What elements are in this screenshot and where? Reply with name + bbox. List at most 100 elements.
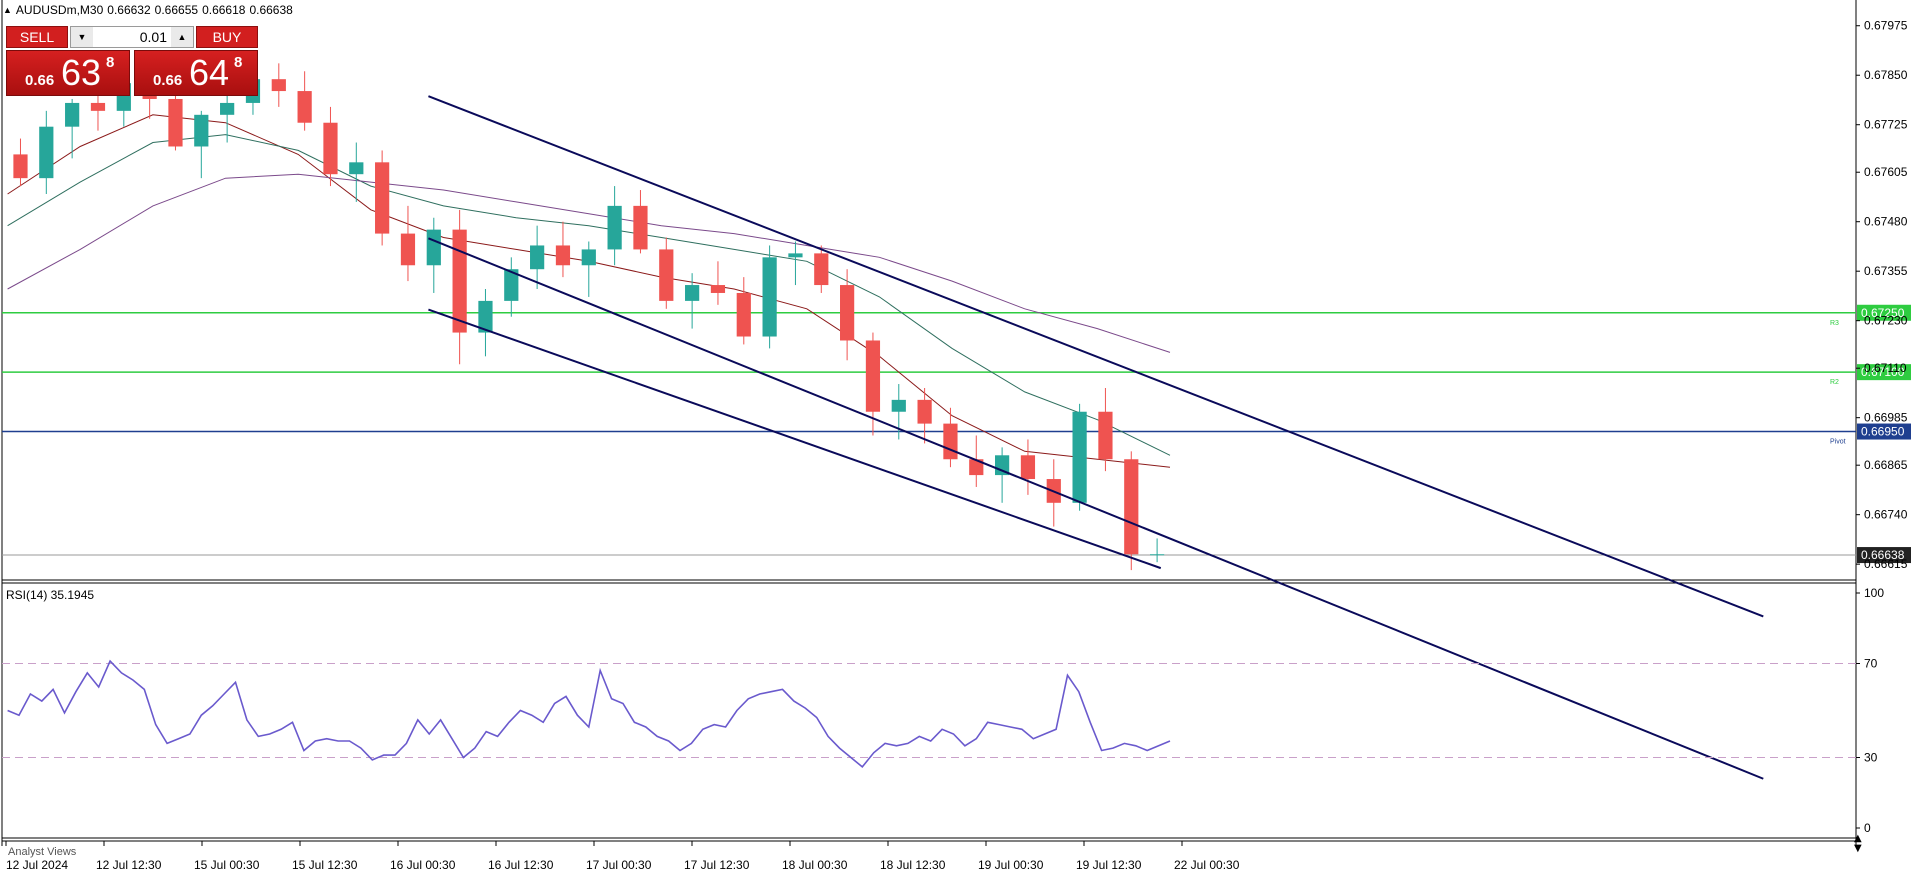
time-tick-label: 15 Jul 12:30: [292, 858, 358, 872]
one-click-trading-panel: SELL ▼ ▲ BUY 0.66 63 8 0.66 64 8: [6, 26, 258, 96]
time-tick-label: 18 Jul 00:30: [782, 858, 848, 872]
candle-body: [581, 249, 596, 266]
price-tick-label: 0.67850: [1864, 68, 1908, 82]
candle-body: [530, 245, 545, 270]
candle-body: [39, 126, 54, 179]
ask-price-fraction: 8: [234, 54, 243, 71]
lot-decrease-icon[interactable]: ▼: [71, 27, 93, 47]
time-axis: 12 Jul 2024 12 Jul 12:30 15 Jul 00:30 15 Ju…: [5, 833, 1862, 872]
candle-body: [633, 205, 648, 250]
price-axis: 0.67975 0.67850 0.67725 0.67605 0.67480 0.673…: [1856, 19, 1908, 571]
bid-price-box[interactable]: 0.66 63 8: [6, 50, 130, 96]
candle-body: [1149, 554, 1165, 556]
symbol-info-bar: ▲ AUDUSDm,M30 0.66632 0.66655 0.66618 0.…: [3, 3, 293, 17]
candle-body: [194, 114, 209, 147]
scroll-left-icon[interactable]: ▲: [1854, 833, 1862, 844]
analyst-views-label[interactable]: Analyst Views: [8, 846, 76, 858]
candle-body: [400, 233, 416, 266]
candle-body: [220, 102, 235, 115]
channel-trendline[interactable]: [428, 95, 1764, 618]
candle-body: [659, 249, 674, 301]
candle-body: [297, 91, 312, 123]
time-tick-label: 22 Jul 00:30: [1174, 858, 1240, 872]
rsi-tick-label: 0: [1864, 821, 1871, 835]
level-name-pivot: Pivot: [1830, 439, 1846, 446]
lot-size-stepper: ▼ ▲: [70, 26, 194, 48]
time-tick-label: 12 Jul 2024: [6, 858, 68, 872]
candle-body: [891, 399, 906, 412]
candle-body: [710, 285, 726, 293]
ohlc-high: 0.66655: [154, 3, 199, 17]
candle-body: [814, 253, 829, 286]
rsi-tick-label: 30: [1864, 751, 1878, 765]
price-tick-label: 0.66740: [1864, 508, 1908, 522]
price-tick-label: 0.66865: [1864, 458, 1908, 472]
channel-trendline[interactable]: [428, 308, 1162, 570]
candle-body: [323, 122, 338, 175]
candle-body: [607, 205, 622, 250]
ask-price-pips: 64: [189, 52, 230, 93]
candle-body: [1072, 411, 1087, 503]
time-tick-label: 18 Jul 12:30: [880, 858, 946, 872]
candle-body: [1124, 459, 1139, 555]
sell-button[interactable]: SELL: [6, 26, 68, 48]
candle-body: [762, 257, 777, 337]
ask-price-prefix: 0.66: [153, 72, 183, 89]
rsi-line: [7, 659, 1171, 769]
level-name-r2: R2: [1830, 379, 1839, 386]
time-tick-label: 16 Jul 00:30: [390, 858, 456, 872]
ohlc-close: 0.66638: [249, 3, 293, 17]
rsi-tick-label: 100: [1864, 586, 1884, 600]
candle-body: [865, 340, 881, 412]
price-tick-label: 0.67480: [1864, 215, 1908, 229]
candle-body: [1020, 455, 1036, 480]
time-tick-label: 16 Jul 12:30: [488, 858, 554, 872]
level-name-r3: R3: [1830, 320, 1839, 327]
lot-size-input[interactable]: [93, 27, 171, 47]
time-tick-label: 17 Jul 00:30: [586, 858, 652, 872]
collapse-triangle-icon[interactable]: ▲: [3, 5, 12, 15]
rsi-title: RSI(14) 35.1945: [6, 588, 95, 602]
rsi-tick-label: 70: [1864, 657, 1878, 671]
candle-body: [90, 102, 106, 111]
scroll-right-icon[interactable]: ▼: [1854, 843, 1862, 854]
ohlc-low: 0.66618: [202, 3, 246, 17]
candle-body: [917, 399, 932, 424]
channel-trendlines[interactable]: [428, 95, 1764, 780]
price-tick-label: 0.67110: [1864, 361, 1907, 375]
level-price-label: 0.66950: [1861, 425, 1905, 439]
price-tick-label: 0.67355: [1864, 264, 1908, 278]
price-tick-label: 0.67605: [1864, 165, 1908, 179]
candle-body: [1098, 411, 1113, 460]
bid-price-fraction: 8: [106, 54, 115, 71]
price-tick-label: 0.67725: [1864, 118, 1908, 132]
price-tick-label: 0.67230: [1864, 314, 1908, 328]
channel-trendline[interactable]: [428, 237, 1764, 780]
buy-button[interactable]: BUY: [196, 26, 258, 48]
candle-body: [840, 285, 855, 341]
candle-body: [788, 253, 803, 258]
price-tick-label: 0.67975: [1864, 19, 1908, 33]
candle-body: [271, 79, 286, 92]
bid-price-prefix: 0.66: [25, 72, 55, 89]
time-tick-label: 12 Jul 12:30: [96, 858, 162, 872]
rsi-panel: 100 70 30 0: [2, 586, 1884, 835]
candle-body: [65, 102, 80, 127]
price-tick-label: 0.66615: [1864, 557, 1908, 571]
candle-body: [168, 98, 183, 147]
symbol-name: AUDUSDm,M30: [15, 3, 104, 17]
price-tick-label: 0.66985: [1864, 411, 1908, 425]
candle-body: [452, 229, 467, 333]
lot-increase-icon[interactable]: ▲: [171, 27, 193, 47]
time-tick-label: 15 Jul 00:30: [194, 858, 260, 872]
time-tick-label: 19 Jul 00:30: [978, 858, 1044, 872]
candle-body: [13, 154, 28, 179]
ohlc-open: 0.66632: [107, 3, 151, 17]
candle-body: [943, 423, 958, 460]
candle-body: [685, 285, 700, 301]
bid-price-pips: 63: [61, 52, 102, 93]
ask-price-box[interactable]: 0.66 64 8: [134, 50, 258, 96]
candle-body: [426, 229, 441, 266]
candle-body: [375, 162, 390, 234]
chart-canvas: R30.67250R20.67100Pivot0.669500.66638 0.…: [1, 0, 1911, 872]
